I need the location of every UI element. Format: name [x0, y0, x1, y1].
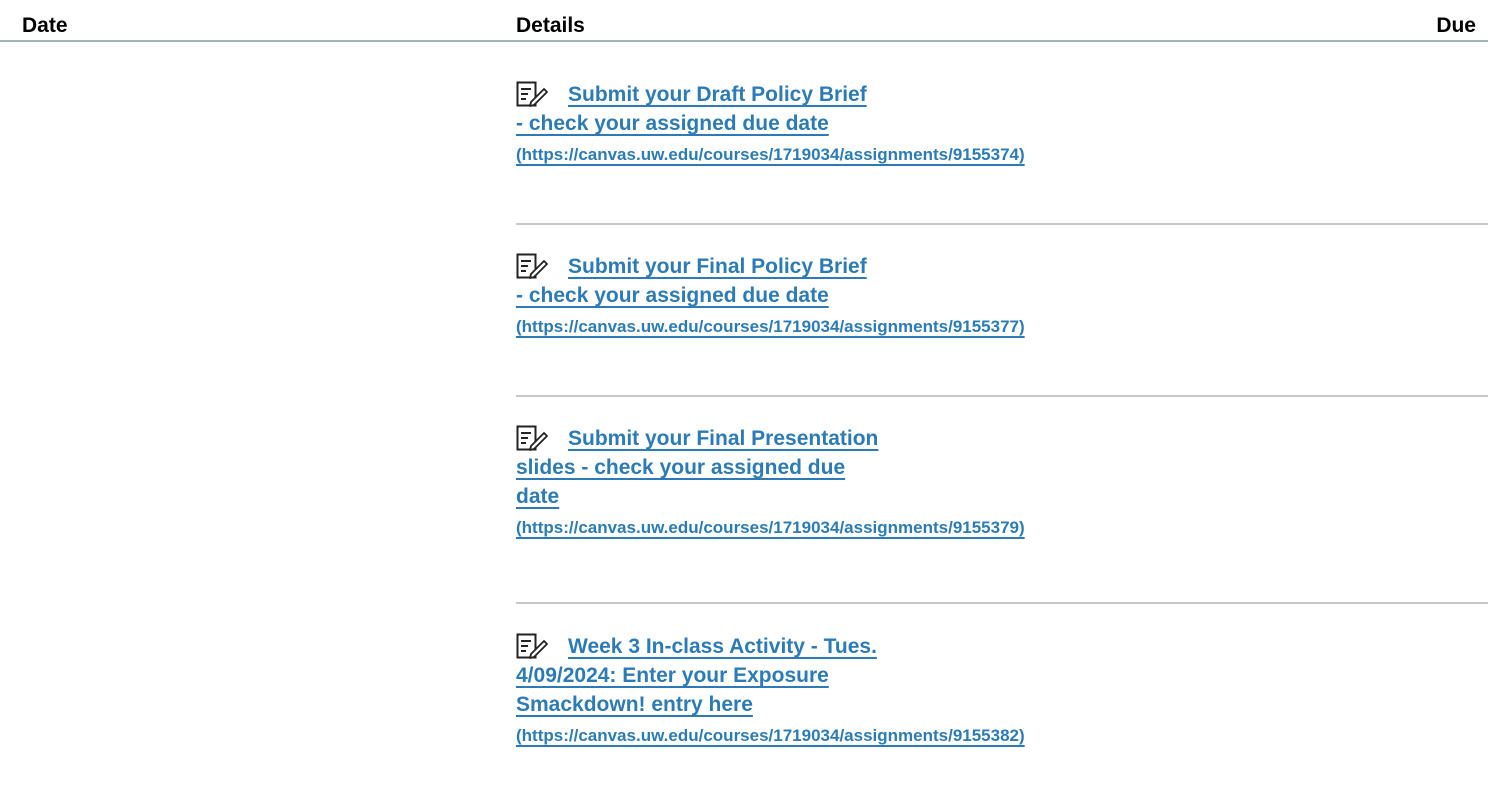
assignment-title-line: - check your assigned due date	[516, 112, 829, 135]
assignment-url: (https://canvas.uw.edu/courses/1719034/a…	[516, 518, 1025, 537]
assignment-title-line: Submit your Draft Policy Brief	[568, 83, 867, 106]
column-header-details: Details	[516, 14, 585, 37]
row-divider	[516, 395, 1488, 397]
assignment-title-line: - check your assigned due date	[516, 284, 829, 307]
assignment-icon	[516, 252, 552, 280]
column-header-date: Date	[22, 14, 68, 37]
assignment-title-line: date	[516, 485, 560, 508]
row-divider	[516, 223, 1488, 225]
row-divider	[516, 602, 1488, 604]
assignment-title-line: Submit your Final Presentation	[568, 427, 879, 450]
assignment-link[interactable]: Submit your Draft Policy Brief - check y…	[516, 80, 1276, 169]
assignment-details: Submit your Final Policy Brief - check y…	[516, 252, 1276, 341]
assignment-title-line: 4/09/2024: Enter your Exposure	[516, 664, 829, 687]
assignment-icon	[516, 632, 552, 660]
table-header: Date Details Due	[0, 0, 1488, 42]
assignment-title-line: Week 3 In-class Activity - Tues.	[568, 635, 877, 658]
assignment-title-line: slides - check your assigned due	[516, 456, 846, 479]
assignment-icon	[516, 80, 552, 108]
assignment-link[interactable]: Submit your Final Presentation slides - …	[516, 424, 1276, 542]
assignment-title-line: Submit your Final Policy Brief	[568, 255, 867, 278]
column-header-due: Due	[1436, 14, 1476, 37]
assignment-link[interactable]: Week 3 In-class Activity - Tues. 4/09/20…	[516, 632, 1276, 750]
assignment-url: (https://canvas.uw.edu/courses/1719034/a…	[516, 317, 1025, 336]
assignment-url: (https://canvas.uw.edu/courses/1719034/a…	[516, 726, 1025, 745]
assignment-icon	[516, 424, 552, 452]
assignment-url: (https://canvas.uw.edu/courses/1719034/a…	[516, 145, 1025, 164]
assignment-details: Submit your Final Presentation slides - …	[516, 424, 1276, 542]
assignment-link[interactable]: Submit your Final Policy Brief - check y…	[516, 252, 1276, 341]
assignment-details: Submit your Draft Policy Brief - check y…	[516, 80, 1276, 169]
assignment-title-line: Smackdown! entry here	[516, 693, 753, 716]
assignment-details: Week 3 In-class Activity - Tues. 4/09/20…	[516, 632, 1276, 750]
